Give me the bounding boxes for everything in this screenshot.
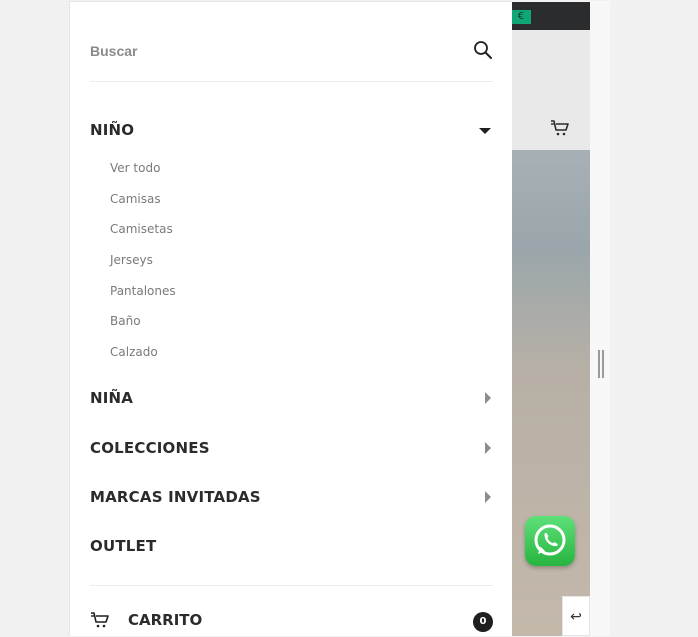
search-icon[interactable] (473, 40, 493, 60)
menu-item-label: MARCAS INVITADAS (90, 488, 261, 506)
side-drawer: NIÑO Ver todo Camisas Camisetas Jerseys … (69, 1, 512, 636)
menu-item-nina[interactable]: NIÑA (90, 387, 493, 411)
search-bar (90, 30, 493, 70)
cart-count-badge: 0 (473, 612, 493, 632)
cart-icon[interactable] (550, 118, 570, 138)
back-button[interactable]: ↩ (562, 596, 590, 636)
divider (90, 81, 493, 82)
caret-down-icon (479, 128, 491, 134)
submenu-item[interactable]: Pantalones (110, 284, 176, 302)
cart-icon (91, 612, 109, 628)
currency-selector[interactable]: € (511, 10, 531, 24)
cart-link[interactable]: CARRITO 0 (90, 608, 493, 636)
menu-item-colecciones[interactable]: COLECCIONES (90, 437, 493, 461)
whatsapp-icon (534, 524, 566, 556)
whatsapp-button[interactable] (525, 516, 575, 566)
submenu-item[interactable]: Camisetas (110, 222, 173, 240)
scroll-handle[interactable] (598, 350, 604, 378)
menu-item-label: OUTLET (90, 537, 157, 555)
menu-item-outlet[interactable]: OUTLET (90, 535, 493, 559)
submenu-item[interactable]: Camisas (110, 192, 161, 210)
page-edge (590, 2, 610, 636)
divider (90, 585, 493, 586)
submenu-item[interactable]: Calzado (110, 345, 158, 363)
submenu-item[interactable]: Jerseys (110, 253, 153, 271)
menu-item-label: NIÑA (90, 389, 134, 407)
submenu-item[interactable]: Ver todo (110, 161, 160, 179)
search-input[interactable] (90, 36, 450, 66)
submenu-item[interactable]: Baño (110, 314, 141, 332)
menu-item-nino[interactable]: NIÑO (90, 119, 493, 143)
menu-item-label: NIÑO (90, 121, 135, 139)
caret-right-icon (485, 392, 491, 404)
menu-item-marcas-invitadas[interactable]: MARCAS INVITADAS (90, 486, 493, 510)
menu-item-label: COLECCIONES (90, 439, 210, 457)
cart-label: CARRITO (128, 611, 203, 629)
caret-right-icon (485, 442, 491, 454)
caret-right-icon (485, 491, 491, 503)
